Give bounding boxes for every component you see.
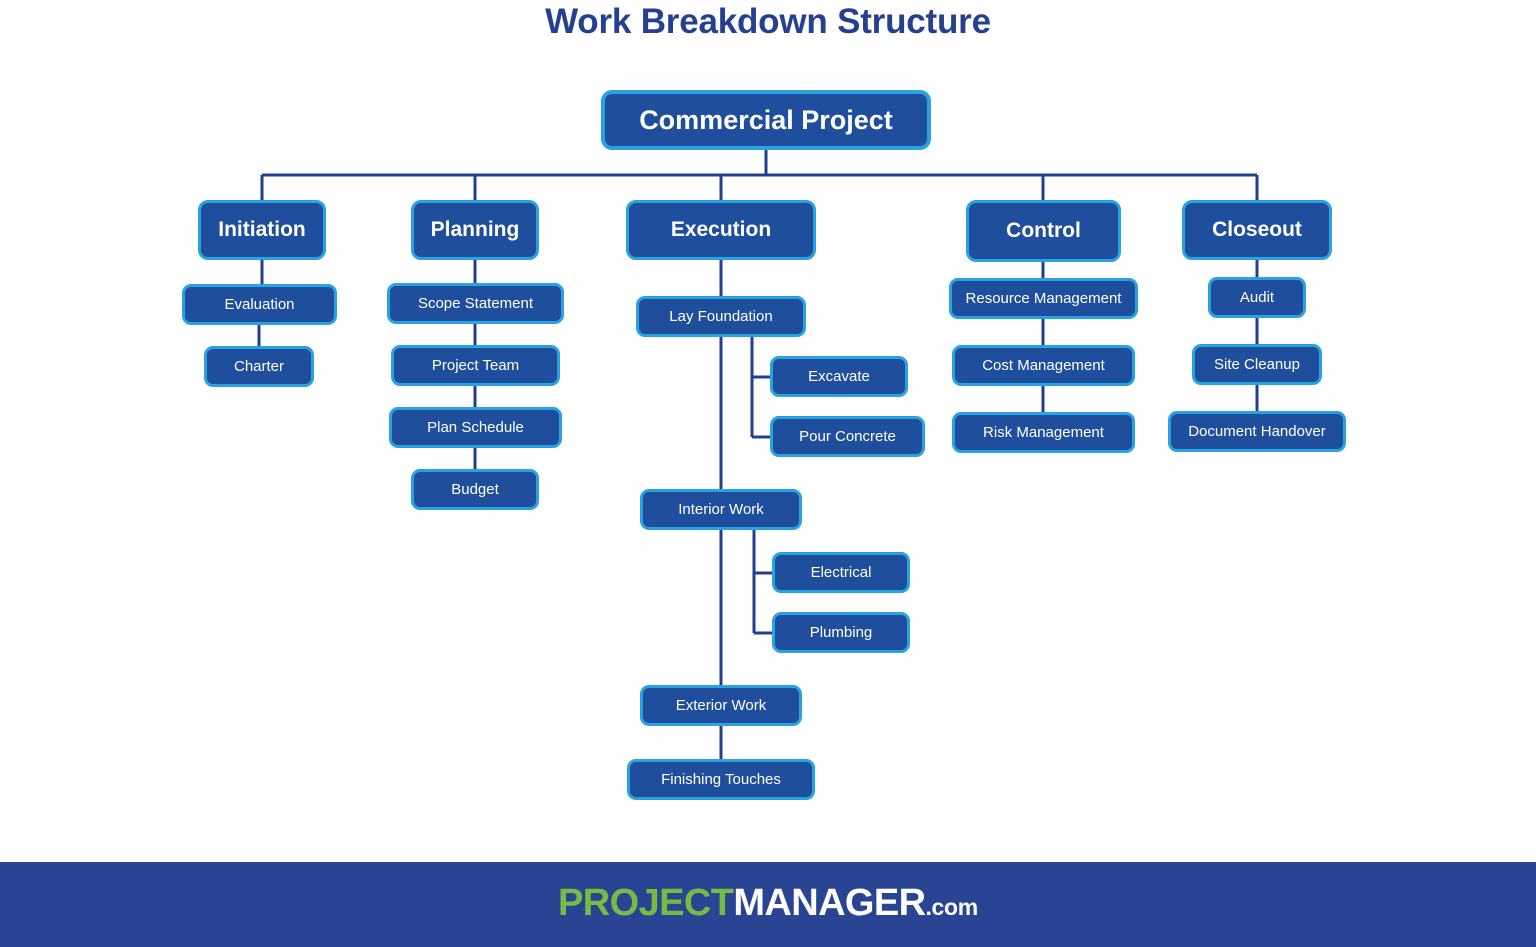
node-planning[interactable]: Planning	[411, 200, 539, 260]
wbs-diagram: Commercial Project Initiation Evaluation…	[0, 0, 1536, 862]
node-plumbing[interactable]: Plumbing	[772, 612, 910, 653]
node-resource-management[interactable]: Resource Management	[949, 278, 1138, 319]
node-control[interactable]: Control	[966, 200, 1121, 262]
node-budget[interactable]: Budget	[411, 469, 539, 510]
projectmanager-logo[interactable]: PROJECTMANAGER.com	[558, 884, 978, 926]
node-lay-foundation[interactable]: Lay Foundation	[636, 296, 806, 337]
footer-bar: PROJECTMANAGER.com	[0, 862, 1536, 947]
node-commercial-project[interactable]: Commercial Project	[601, 90, 931, 150]
node-closeout[interactable]: Closeout	[1182, 200, 1332, 260]
node-cost-management[interactable]: Cost Management	[952, 345, 1135, 386]
node-site-cleanup[interactable]: Site Cleanup	[1192, 344, 1322, 385]
node-charter[interactable]: Charter	[204, 346, 314, 387]
node-electrical[interactable]: Electrical	[772, 552, 910, 593]
node-initiation[interactable]: Initiation	[198, 200, 326, 260]
node-plan-schedule[interactable]: Plan Schedule	[389, 407, 562, 448]
logo-text-manager: MANAGER	[733, 881, 926, 924]
node-execution[interactable]: Execution	[626, 200, 816, 260]
node-finishing-touches[interactable]: Finishing Touches	[627, 759, 815, 800]
node-pour-concrete[interactable]: Pour Concrete	[770, 416, 925, 457]
node-interior-work[interactable]: Interior Work	[640, 489, 802, 530]
node-risk-management[interactable]: Risk Management	[952, 412, 1135, 453]
node-project-team[interactable]: Project Team	[391, 345, 560, 386]
node-document-handover[interactable]: Document Handover	[1168, 411, 1346, 452]
node-scope-statement[interactable]: Scope Statement	[387, 283, 564, 324]
logo-text-dotcom: .com	[925, 893, 978, 920]
logo-text-project: PROJECT	[558, 881, 734, 924]
node-evaluation[interactable]: Evaluation	[182, 284, 337, 325]
node-exterior-work[interactable]: Exterior Work	[640, 685, 802, 726]
node-audit[interactable]: Audit	[1208, 277, 1306, 318]
node-excavate[interactable]: Excavate	[770, 356, 908, 397]
